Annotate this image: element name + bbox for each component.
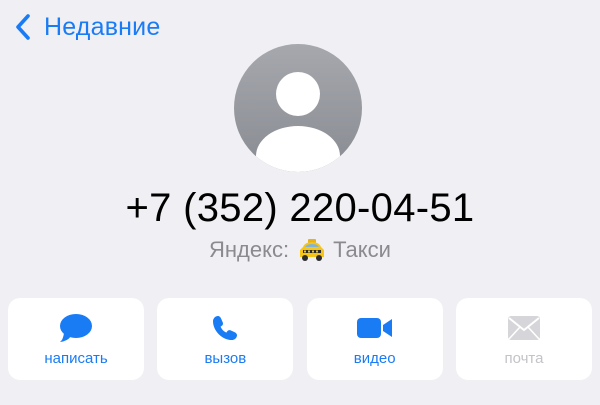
action-buttons: написать вызов видео почта [8, 298, 592, 380]
contact-label-suffix: Такси [333, 237, 391, 262]
message-button[interactable]: написать [8, 298, 144, 380]
video-icon [356, 314, 394, 342]
person-silhouette-icon [256, 72, 340, 172]
contact-label: Яндекс: Такси [0, 237, 600, 263]
video-button-label: видео [353, 350, 396, 367]
call-button-label: вызов [204, 350, 247, 367]
call-button[interactable]: вызов [157, 298, 294, 380]
mail-button[interactable]: почта [455, 298, 592, 380]
phone-icon [211, 314, 239, 342]
taxi-icon [300, 239, 325, 261]
video-button[interactable]: видео [306, 298, 443, 380]
back-button[interactable]: Недавние [12, 12, 160, 42]
mail-button-label: почта [504, 350, 544, 367]
chevron-left-icon [16, 14, 30, 40]
back-button-label: Недавние [44, 12, 161, 41]
message-button-label: написать [44, 350, 108, 367]
contact-avatar [234, 44, 362, 172]
message-icon [59, 314, 93, 342]
phone-number: +7 (352) 220-04-51 [125, 186, 475, 230]
mail-icon [507, 314, 541, 342]
contact-label-prefix: Яндекс: [209, 237, 290, 262]
